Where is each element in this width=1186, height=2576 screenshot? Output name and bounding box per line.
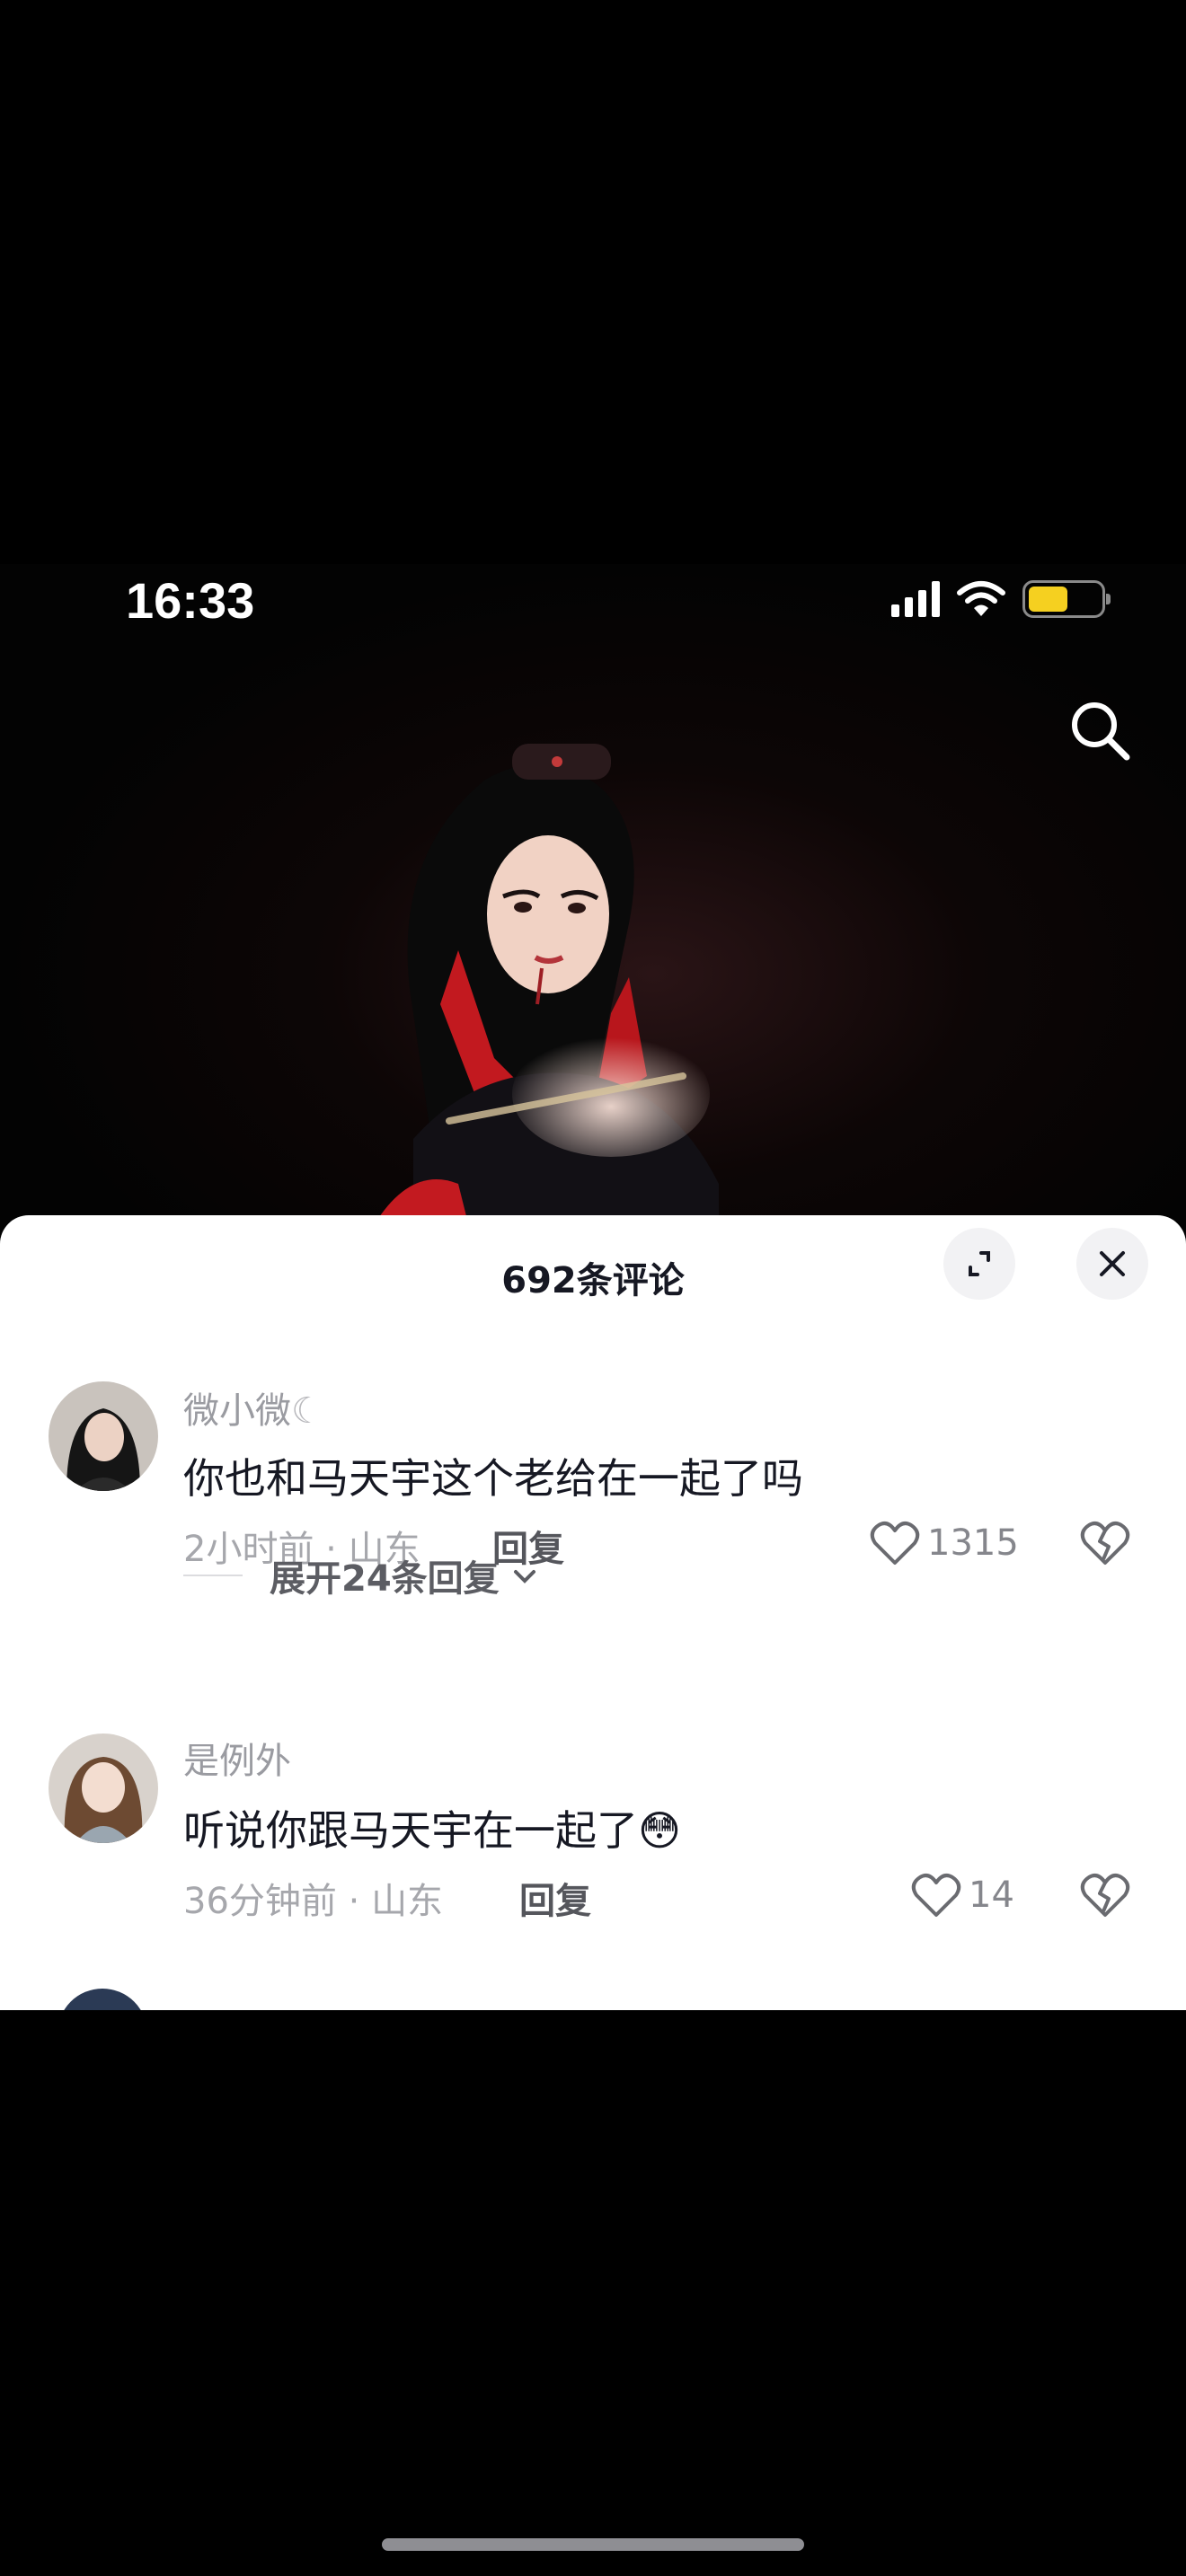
heart-outline-icon [870, 1522, 920, 1565]
close-sheet-button[interactable] [1076, 1228, 1148, 1300]
expand-sheet-button[interactable] [943, 1228, 1015, 1300]
phone-screenshot: 16:33 692条评论 微小微☾ 你也和马天宇这个老给在一起了吗 2小时前 ·… [0, 564, 1186, 2010]
video-frame-figure [377, 744, 719, 1247]
wifi-icon [957, 581, 1005, 616]
avatar[interactable] [49, 1381, 158, 1491]
flushed-emoji: 😳 [638, 1806, 681, 1855]
dislike-button[interactable] [1080, 1872, 1130, 1922]
cellular-signal-icon [891, 581, 940, 617]
comment-text: 你也和马天宇这个老给在一起了吗 [183, 1454, 803, 1503]
comment-username[interactable]: 是例外 [183, 1732, 291, 1784]
status-time: 16:33 [126, 572, 255, 629]
video-player[interactable]: 16:33 [0, 564, 1186, 1247]
expand-icon [969, 1251, 990, 1276]
divider [183, 1575, 243, 1576]
avatar[interactable] [49, 1734, 158, 1843]
search-icon[interactable] [1064, 694, 1136, 766]
screen: 16:33 692条评论 微小微☾ 你也和马天宇这个老给在一起了吗 2小时前 ·… [0, 0, 1186, 2576]
comment-meta: 36分钟前 · 山东 [183, 1881, 444, 1922]
comment-username[interactable]: 微小微☾ [183, 1381, 323, 1434]
reply-button[interactable]: 回复 [519, 1872, 591, 1924]
expand-replies-button[interactable]: 展开24条回复 [183, 1549, 541, 1601]
comment-text: 听说你跟马天宇在一起了😳 [183, 1806, 681, 1855]
like-count: 14 [969, 1875, 1014, 1916]
battery-icon [1022, 580, 1111, 618]
dislike-button[interactable] [1080, 1520, 1130, 1570]
like-count: 1315 [927, 1522, 1019, 1564]
like-button[interactable]: 1315 [870, 1520, 1019, 1566]
home-indicator[interactable] [382, 2538, 804, 2551]
broken-heart-icon [1080, 1522, 1130, 1565]
expand-replies-label: 展开24条回复 [270, 1558, 500, 1600]
like-button[interactable]: 14 [911, 1872, 1014, 1919]
status-icons [891, 580, 1111, 618]
moon-badge-icon: ☾ [291, 1390, 323, 1432]
close-icon [1100, 1251, 1125, 1276]
broken-heart-icon [1080, 1874, 1130, 1917]
chevron-down-icon [513, 1570, 535, 1584]
heart-outline-icon [911, 1874, 961, 1917]
